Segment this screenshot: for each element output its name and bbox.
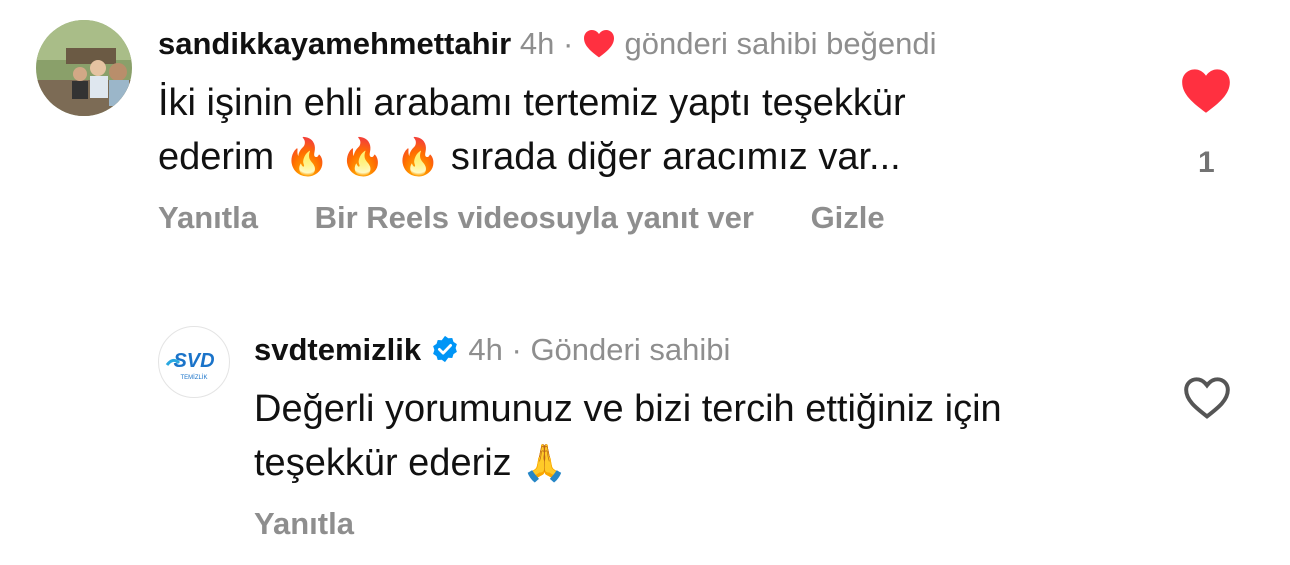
reply-button[interactable]: Yanıtla xyxy=(254,506,354,541)
avatar-commenter[interactable] xyxy=(36,20,132,116)
comment2-like-button[interactable] xyxy=(1182,374,1232,425)
hide-button[interactable]: Gizle xyxy=(811,200,885,235)
avatar-svdtemizlik[interactable]: SVD TEMİZLİK xyxy=(158,326,230,398)
commenter-username[interactable]: sandikkayamehmettahir xyxy=(158,26,511,61)
comment1-separator: · xyxy=(562,26,574,61)
comment1-line2-end: sırada diğer aracımız var... xyxy=(450,136,901,178)
reply-button[interactable]: Yanıtla xyxy=(158,200,258,235)
svd-logo-subtext: TEMİZLİK xyxy=(180,374,207,381)
heart-filled-icon[interactable] xyxy=(1180,66,1232,114)
comment1-meta: sandikkayamehmettahir 4h · gönderi sahib… xyxy=(158,24,937,68)
comment1-like-button[interactable] xyxy=(1180,66,1232,119)
comment2-actions: Yanıtla xyxy=(254,506,402,542)
comment2-meta: svdtemizlik 4h · Gönderi sahibi xyxy=(254,330,730,374)
reply-username[interactable]: svdtemizlik xyxy=(254,332,421,367)
svd-logo: SVD TEMİZLİK xyxy=(165,350,215,381)
comment2-line2: teşekkür ederiz 🙏 xyxy=(254,436,1154,491)
reels-reply-button[interactable]: Bir Reels videosuyla yanıt ver xyxy=(315,200,754,235)
comment2-line2-text: teşekkür ederiz xyxy=(254,442,512,484)
comment2-line1: Değerli yorumunuz ve bizi tercih ettiğin… xyxy=(254,388,1002,430)
svd-logo-text: SVD xyxy=(173,350,214,372)
post-owner-label: Gönderi sahibi xyxy=(530,332,731,367)
comment2-time: 4h xyxy=(468,332,503,367)
fire-emoji: 🔥 xyxy=(395,137,441,178)
comment1-actions: Yanıtla Bir Reels videosuyla yanıt ver G… xyxy=(158,200,933,236)
liked-by-author-label: gönderi sahibi beğendi xyxy=(624,26,937,61)
fire-emoji: 🔥 xyxy=(340,137,385,178)
comment1-line1: İki işinin ehli arabamı tertemiz yaptı t… xyxy=(158,82,906,124)
comment1-like-count: 1 xyxy=(1198,146,1215,179)
heart-outline-icon[interactable] xyxy=(1182,374,1232,420)
verified-badge-icon xyxy=(430,334,460,374)
avatar-photo xyxy=(36,20,132,116)
comment1-text: İki işinin ehli arabamı tertemiz yaptı t… xyxy=(158,76,1108,185)
comment2-separator: · xyxy=(511,332,522,367)
comment1-line2: ederim 🔥 🔥 🔥 sırada diğer aracımız var..… xyxy=(158,130,1108,185)
comment1-time: 4h xyxy=(519,26,555,61)
author-liked-heart-icon xyxy=(582,28,616,68)
fire-emoji: 🔥 xyxy=(284,137,330,178)
comment2-text: Değerli yorumunuz ve bizi tercih ettiğin… xyxy=(254,382,1154,491)
comment1-line2-start: ederim xyxy=(158,136,275,178)
pray-emoji: 🙏 xyxy=(522,443,568,484)
